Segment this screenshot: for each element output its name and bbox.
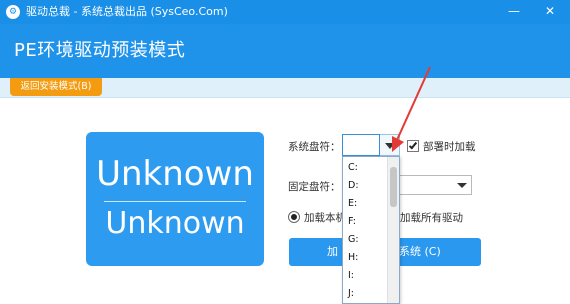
dropdown-option[interactable]: D:	[348, 180, 359, 192]
app-window: ⚙ 驱动总裁 - 系统总裁出品 (SysCeo.Com) — ✕ PE环境驱动预…	[0, 0, 570, 304]
install-button-label-right: 系统 (C)	[399, 245, 441, 258]
system-drive-select[interactable]	[342, 134, 380, 156]
system-drive-label: 系统盘符：	[288, 141, 341, 153]
chevron-down-icon	[457, 183, 467, 188]
load-all-drivers-label: 加载所有驱动	[400, 212, 463, 224]
scrollbar-thumb[interactable]	[390, 167, 397, 207]
header-banner: PE环境驱动预装模式	[0, 24, 570, 78]
fixed-drive-label: 固定盘符：	[288, 181, 341, 193]
install-button-label-left: 加	[327, 245, 338, 258]
dropdown-option[interactable]: H:	[348, 252, 358, 264]
chevron-down-icon	[385, 143, 395, 149]
dropdown-option[interactable]: G:	[348, 234, 359, 246]
system-drive-dropdown-button[interactable]	[380, 134, 400, 156]
back-to-install-mode-button[interactable]: 返回安装模式(B)	[10, 78, 102, 96]
close-button[interactable]: ✕	[536, 0, 564, 24]
logo-divider	[104, 201, 246, 202]
dropdown-option[interactable]: I:	[348, 270, 354, 282]
deploy-load-checkbox[interactable]	[407, 140, 419, 152]
drive-dropdown-list[interactable]: C: D: E: F: G: H: I: J:	[342, 156, 400, 304]
deploy-load-label: 部署时加载	[423, 141, 476, 153]
dropdown-option[interactable]: C:	[348, 162, 358, 174]
title-bar: ⚙ 驱动总裁 - 系统总裁出品 (SysCeo.Com) — ✕	[0, 0, 570, 24]
logo-line-2: Unknown	[105, 206, 245, 241]
logo-line-1: Unknown	[96, 154, 254, 194]
radio-selected-dot	[291, 214, 297, 220]
app-logo-icon: ⚙	[6, 5, 20, 19]
window-title: 驱动总裁 - 系统总裁出品 (SysCeo.Com)	[26, 5, 228, 18]
load-this-machine-label: 加载本机	[304, 212, 346, 224]
dropdown-option[interactable]: F:	[348, 216, 356, 228]
page-title: PE环境驱动预装模式	[14, 40, 186, 61]
minimize-button[interactable]: —	[500, 0, 528, 24]
device-logo-panel: Unknown Unknown	[86, 132, 264, 266]
dropdown-option[interactable]: E:	[348, 198, 357, 210]
dropdown-option[interactable]: J:	[348, 288, 354, 300]
checkmark-icon	[408, 140, 418, 150]
dropdown-scrollbar[interactable]	[387, 157, 399, 303]
load-this-machine-radio[interactable]	[288, 211, 300, 223]
